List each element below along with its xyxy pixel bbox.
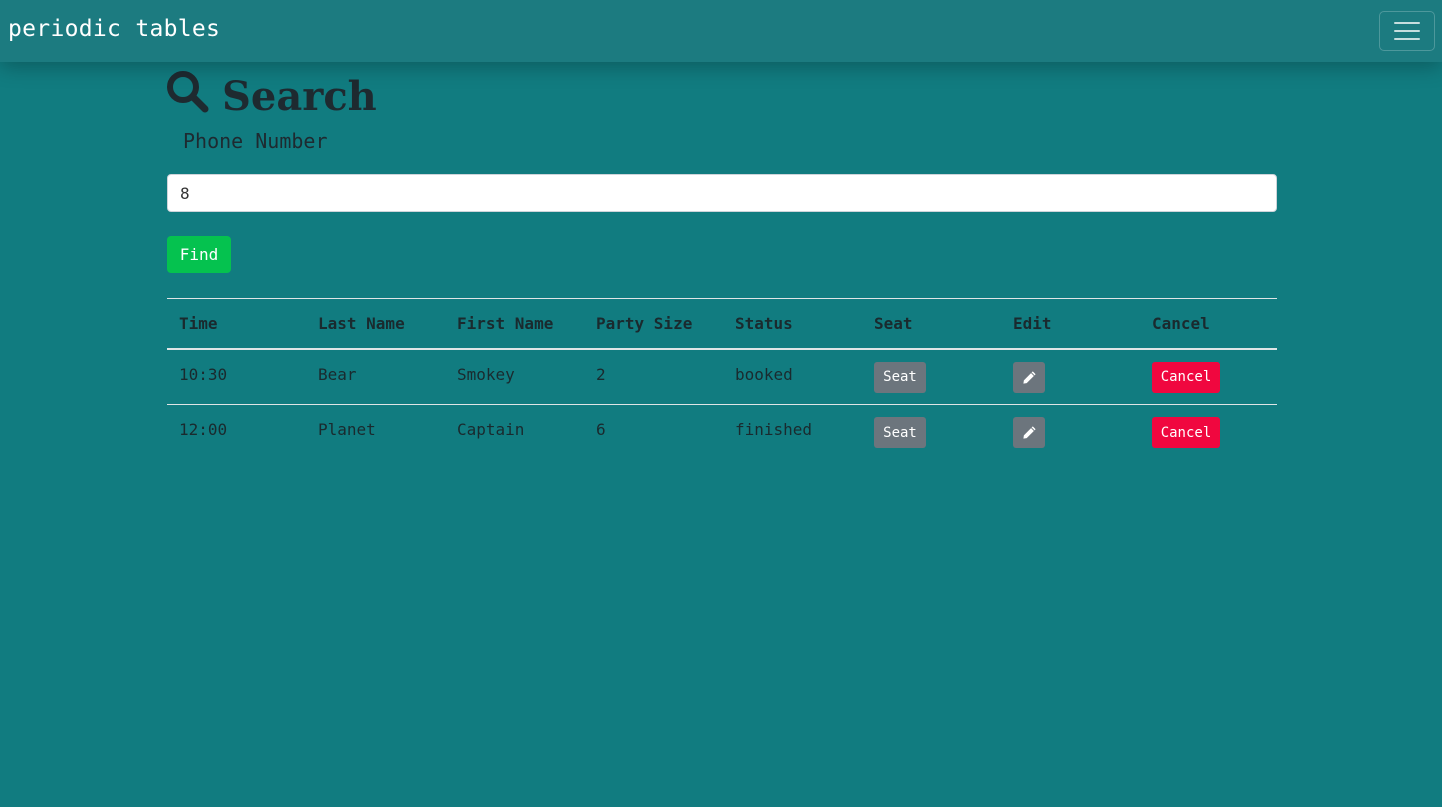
reservation-last-name: Bear <box>318 364 357 384</box>
edit-button[interactable] <box>1013 361 1045 393</box>
reservations-table: Time Last Name First Name Party Size Sta… <box>167 298 1277 461</box>
cancel-button[interactable]: Cancel <box>1152 361 1220 393</box>
column-header-last-name: Last Name <box>306 298 445 350</box>
column-header-cancel: Cancel <box>1140 298 1277 350</box>
table-row: 10:30 Bear Smokey 2 booked Seat Cancel <box>167 349 1277 405</box>
edit-cell <box>1001 349 1140 405</box>
navbar: periodic tables <box>0 0 1442 62</box>
reservation-time: 10:30 <box>179 364 228 384</box>
navbar-toggle-button[interactable] <box>1379 11 1435 51</box>
pencil-icon <box>1022 426 1036 439</box>
edit-cell <box>1001 404 1140 461</box>
seat-cell: Seat <box>862 404 1001 461</box>
phone-number-input[interactable] <box>167 174 1277 212</box>
reservation-status: booked <box>735 364 793 384</box>
table-header-row: Time Last Name First Name Party Size Sta… <box>167 298 1277 350</box>
column-header-status: Status <box>723 298 862 350</box>
reservation-party-size: 2 <box>596 364 606 384</box>
reservation-first-name: Captain <box>445 404 584 461</box>
cancel-cell: Cancel <box>1140 404 1277 461</box>
reservation-status: finished <box>723 404 862 461</box>
column-header-seat: Seat <box>862 298 1001 350</box>
edit-button[interactable] <box>1013 417 1045 448</box>
pencil-icon <box>1022 370 1036 384</box>
brand-link[interactable]: periodic tables <box>8 16 220 42</box>
column-header-time: Time <box>167 298 306 350</box>
search-heading: Search <box>166 70 377 120</box>
find-button[interactable]: Find <box>167 236 231 273</box>
column-header-party-size: Party Size <box>584 298 723 350</box>
reservation-last-name: Planet <box>306 404 445 461</box>
seat-button[interactable]: Seat <box>874 361 926 393</box>
seat-button[interactable]: Seat <box>874 417 926 448</box>
hamburger-menu-icon <box>1394 38 1420 40</box>
column-header-first-name: First Name <box>445 298 584 350</box>
phone-number-label: Phone Number <box>183 129 328 153</box>
reservation-time: 12:00 <box>167 404 306 461</box>
reservation-party-size: 6 <box>584 404 723 461</box>
reservation-first-name: Smokey <box>457 364 515 384</box>
column-header-edit: Edit <box>1001 298 1140 350</box>
table-row: 12:00 Planet Captain 6 finished Seat Can… <box>167 404 1277 461</box>
hamburger-menu-icon <box>1394 22 1420 24</box>
search-icon <box>167 71 209 113</box>
cancel-button[interactable]: Cancel <box>1152 417 1220 448</box>
hamburger-menu-icon <box>1394 30 1420 32</box>
seat-cell: Seat <box>862 349 1001 405</box>
cancel-cell: Cancel <box>1140 349 1277 405</box>
page-title: Search <box>222 73 377 120</box>
